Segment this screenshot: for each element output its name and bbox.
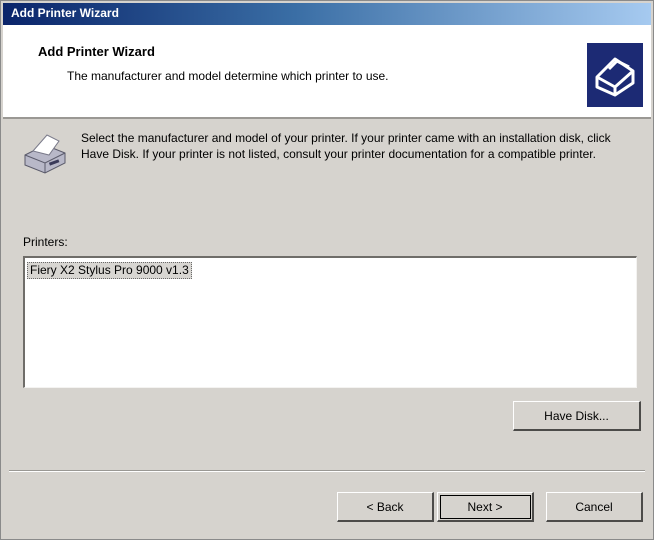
- have-disk-button[interactable]: Have Disk...: [513, 401, 641, 431]
- button-divider: [9, 470, 645, 472]
- header-subtitle: The manufacturer and model determine whi…: [67, 69, 389, 83]
- window-title: Add Printer Wizard: [11, 6, 119, 20]
- wizard-header: Add Printer Wizard The manufacturer and …: [3, 25, 651, 119]
- printer-icon: [19, 129, 71, 177]
- back-button[interactable]: < Back: [337, 492, 434, 522]
- wizard-printer-icon: [587, 43, 643, 107]
- printers-listbox[interactable]: Fiery X2 Stylus Pro 9000 v1.3: [23, 256, 637, 388]
- header-title: Add Printer Wizard: [38, 44, 155, 59]
- next-button[interactable]: Next >: [437, 492, 534, 522]
- title-bar[interactable]: Add Printer Wizard: [3, 3, 651, 25]
- cancel-button[interactable]: Cancel: [546, 492, 643, 522]
- list-item[interactable]: Fiery X2 Stylus Pro 9000 v1.3: [27, 262, 192, 279]
- description-text: Select the manufacturer and model of you…: [81, 131, 611, 161]
- printers-label: Printers:: [23, 235, 68, 249]
- add-printer-wizard-window: Add Printer Wizard Add Printer Wizard Th…: [0, 0, 654, 540]
